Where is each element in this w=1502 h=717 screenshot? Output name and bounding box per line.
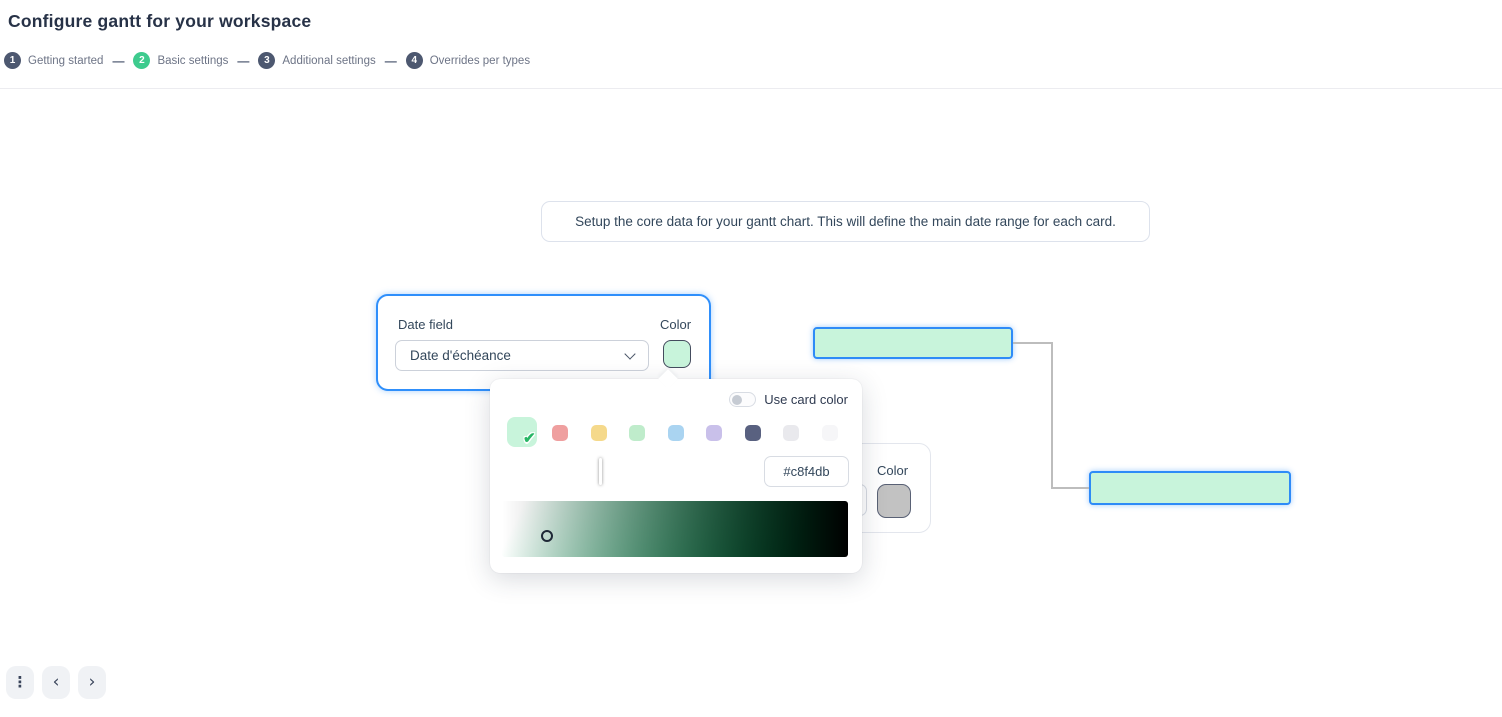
wizard-stepper: 1 Getting started — 2 Basic settings — 3 Additi… (4, 52, 530, 69)
stepper-step-overrides-per-types[interactable]: 4 Overrides per types (405, 52, 531, 69)
chevron-right-icon: › (88, 672, 96, 692)
saturation-value-area[interactable] (502, 501, 848, 557)
toggle-knob (732, 394, 743, 405)
stepper-step-additional-settings[interactable]: 3 Additional settings (258, 52, 376, 69)
step-separator: — (237, 53, 250, 68)
stepper-step-basic-settings[interactable]: 2 Basic settings (133, 52, 228, 69)
color-label: Color (660, 317, 692, 332)
step-number-badge: 2 (133, 52, 151, 69)
step-separator: — (112, 53, 125, 68)
gantt-preview-bar-2[interactable] (1089, 471, 1291, 505)
hue-slider-handle[interactable] (598, 458, 602, 485)
next-step-button[interactable]: › (78, 666, 106, 699)
preset-color-swatch[interactable] (590, 425, 607, 441)
gantt-connector-segment (1051, 487, 1089, 489)
use-card-color-row: Use card color (490, 392, 848, 407)
info-banner: Setup the core data for your gantt chart… (541, 201, 1150, 242)
saturation-value-handle[interactable] (540, 529, 553, 542)
preset-color-swatch[interactable] (552, 425, 568, 441)
hue-slider[interactable] (502, 458, 752, 485)
date-field-label: Date field (398, 317, 453, 332)
use-card-color-label: Use card color (764, 392, 848, 407)
step-label: Additional settings (282, 54, 376, 67)
preset-color-swatch[interactable] (667, 425, 684, 441)
preset-color-swatch[interactable] (783, 425, 799, 441)
previous-step-button[interactable]: ‹ (42, 666, 70, 699)
hex-color-input[interactable] (764, 456, 849, 487)
preset-color-swatch[interactable] (744, 425, 761, 441)
step-label: Basic settings (157, 54, 229, 67)
color-picker-popup: Use card color ✔ (490, 369, 862, 573)
chevron-down-icon (624, 347, 636, 360)
gantt-preview-bar-1[interactable] (813, 327, 1013, 359)
chevron-left-icon: ‹ (52, 672, 60, 692)
gantt-connector-segment (1013, 342, 1053, 344)
kebab-menu-icon: ⋮ (12, 673, 28, 691)
stepper-step-getting-started[interactable]: 1 Getting started (4, 52, 103, 69)
preset-color-swatch[interactable] (629, 425, 645, 441)
date-field-selected-value: Date d'échéance (410, 348, 511, 363)
preset-color-swatch[interactable] (706, 425, 722, 441)
step-number-badge: 3 (258, 52, 276, 69)
date-field-select[interactable]: Date d'échéance (395, 340, 649, 371)
step-label: Getting started (28, 54, 104, 67)
use-card-color-toggle[interactable] (729, 392, 757, 407)
preset-color-swatch[interactable] (821, 425, 838, 441)
step-number-badge: 4 (405, 52, 423, 69)
page-title: Configure gantt for your workspace (8, 11, 312, 31)
color-swatch-button[interactable] (663, 340, 691, 368)
info-banner-text: Setup the core data for your gantt chart… (575, 214, 1116, 229)
secondary-color-label: Color (877, 463, 909, 478)
more-options-button[interactable]: ⋮ (6, 666, 34, 699)
header-divider (0, 88, 1502, 89)
secondary-color-swatch-button[interactable] (877, 484, 911, 518)
step-label: Overrides per types (429, 54, 531, 67)
step-separator: — (384, 53, 397, 68)
configure-gantt-page: Configure gantt for your workspace 1 Gett… (0, 0, 1502, 717)
gantt-connector-segment (1051, 342, 1053, 489)
selected-check-icon: ✔ (523, 430, 536, 447)
step-number-badge: 1 (4, 52, 21, 69)
